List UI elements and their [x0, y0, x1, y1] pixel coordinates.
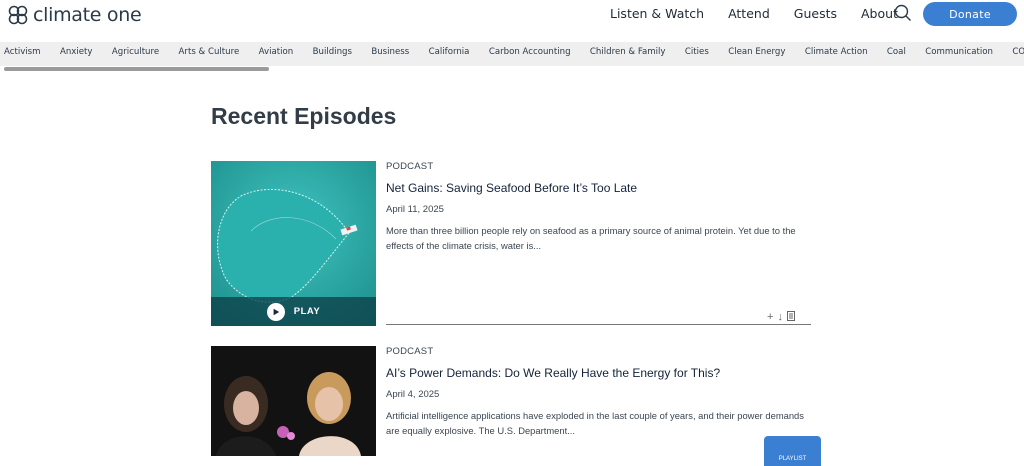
episode-thumbnail[interactable]	[211, 346, 376, 456]
topic-agriculture[interactable]: Agriculture	[112, 47, 159, 57]
download-icon[interactable]: ↓	[777, 311, 783, 324]
nav-attend[interactable]: Attend	[728, 6, 770, 21]
topic-california[interactable]: California	[429, 47, 470, 57]
episode-meta: PODCAST AI’s Power Demands: Do We Really…	[386, 346, 811, 438]
play-icon[interactable]	[266, 302, 285, 321]
topic-children-family[interactable]: Children & Family	[590, 47, 666, 57]
logo[interactable]: climate one	[6, 3, 142, 27]
episode-date: April 4, 2025	[386, 389, 440, 400]
episode-meta: PODCAST Net Gains: Saving Seafood Before…	[386, 161, 811, 253]
site-header: climate one Listen & Watch Attend Guests…	[0, 0, 1024, 42]
playlist-button[interactable]: PLAYLIST	[764, 436, 821, 466]
topics-bar: Activism Anxiety Agriculture Arts & Cult…	[0, 42, 1024, 66]
topic-arts-culture[interactable]: Arts & Culture	[179, 47, 240, 57]
topic-covid-19[interactable]: COVID-19	[1012, 47, 1024, 57]
topics-list: Activism Anxiety Agriculture Arts & Cult…	[4, 47, 1024, 57]
topic-business[interactable]: Business	[371, 47, 409, 57]
episode-title[interactable]: AI’s Power Demands: Do We Really Have th…	[386, 366, 811, 380]
play-bar[interactable]: PLAY	[211, 297, 376, 326]
document-icon[interactable]	[786, 311, 795, 324]
episode-tag: PODCAST	[386, 161, 434, 172]
topic-anxiety[interactable]: Anxiety	[60, 47, 93, 57]
search-button[interactable]	[894, 4, 912, 22]
main-nav: Listen & Watch Attend Guests About	[610, 6, 922, 21]
plus-icon[interactable]: +	[767, 311, 773, 324]
episode-divider	[386, 324, 811, 325]
section-title: Recent Episodes	[211, 103, 397, 129]
topic-climate-action[interactable]: Climate Action	[805, 47, 868, 57]
play-label[interactable]: PLAY	[294, 306, 320, 317]
speakers-photo-image	[211, 346, 376, 456]
topic-coal[interactable]: Coal	[887, 47, 906, 57]
nav-guests[interactable]: Guests	[794, 6, 837, 21]
episode-description: Artificial intelligence applications hav…	[386, 410, 804, 436]
topic-carbon-accounting[interactable]: Carbon Accounting	[489, 47, 571, 57]
nav-about[interactable]: About	[861, 6, 898, 21]
topics-scrollbar-thumb[interactable]	[4, 67, 269, 71]
topic-clean-energy[interactable]: Clean Energy	[728, 47, 785, 57]
donate-button[interactable]: Donate	[923, 2, 1017, 26]
episode-card: PODCAST AI’s Power Demands: Do We Really…	[211, 346, 821, 466]
episode-description: More than three billion people rely on s…	[386, 225, 796, 251]
episode-card: PLAY PODCAST Net Gains: Saving Seafood B…	[211, 161, 821, 329]
topic-cities[interactable]: Cities	[685, 47, 709, 57]
climate-one-logo-icon	[8, 5, 28, 25]
episode-title[interactable]: Net Gains: Saving Seafood Before It’s To…	[386, 181, 811, 195]
nav-listen-watch[interactable]: Listen & Watch	[610, 6, 704, 21]
search-icon	[894, 4, 911, 21]
topic-buildings[interactable]: Buildings	[313, 47, 352, 57]
topic-communication[interactable]: Communication	[925, 47, 993, 57]
brand-name: climate one	[33, 4, 142, 26]
topic-activism[interactable]: Activism	[4, 47, 41, 57]
topic-aviation[interactable]: Aviation	[259, 47, 294, 57]
episode-actions: + ↓	[767, 311, 795, 324]
episode-tag: PODCAST	[386, 346, 434, 357]
episode-thumbnail[interactable]: PLAY	[211, 161, 376, 326]
episode-date: April 11, 2025	[386, 204, 444, 215]
